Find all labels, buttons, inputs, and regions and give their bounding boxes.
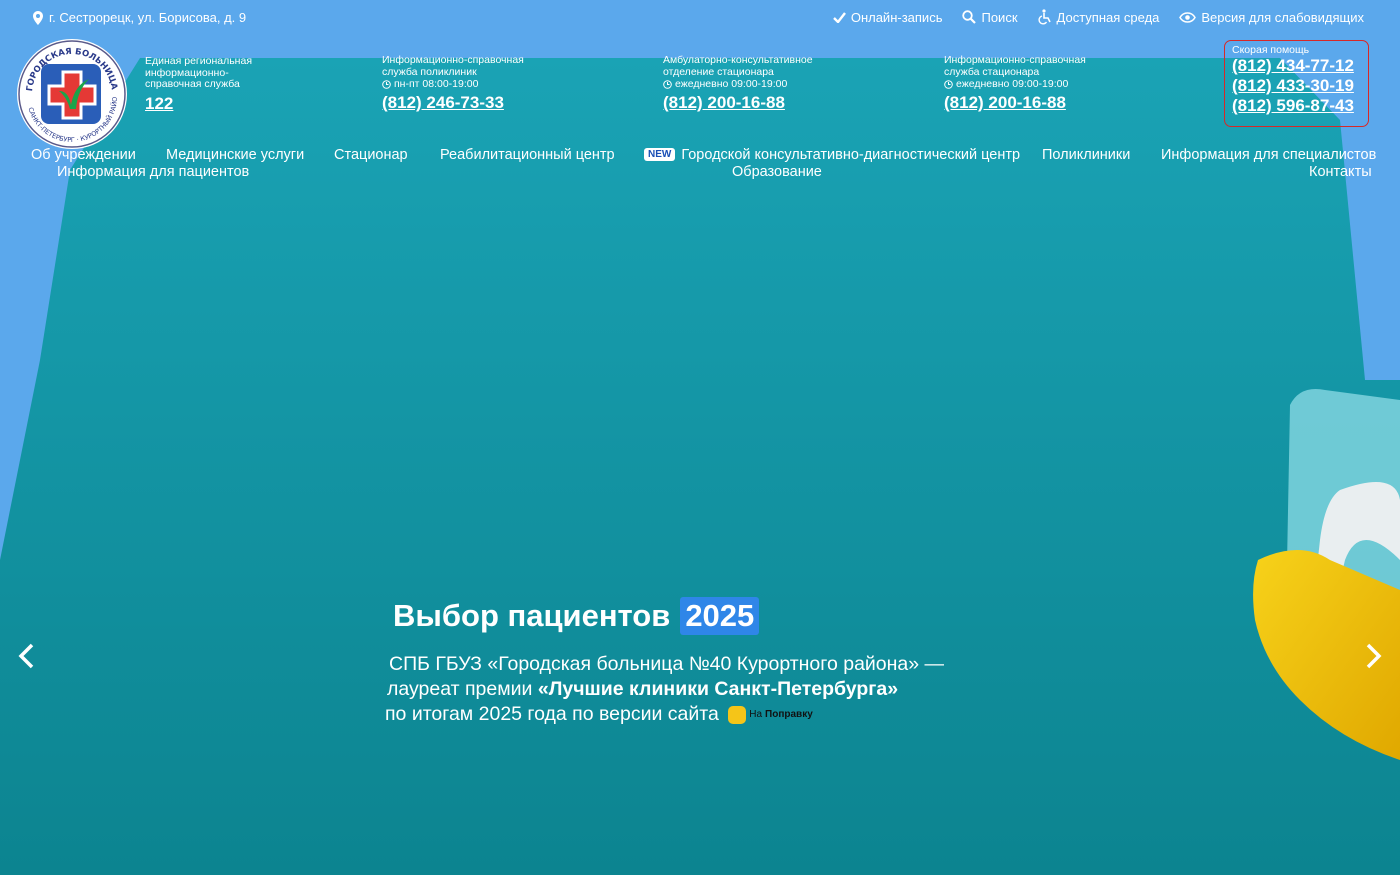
- slide-title-text: Выбор пациентов: [393, 598, 671, 633]
- slide-line-1: СПБ ГБУЗ «Городская больница №40 Курортн…: [389, 653, 945, 675]
- check-icon: [832, 11, 846, 23]
- contact-outpatient: Амбулаторно-консультативное отделение ст…: [663, 54, 813, 113]
- emergency-label: Скорая помощь: [1232, 44, 1310, 56]
- phone-link[interactable]: (812) 200-16-88: [944, 93, 1086, 113]
- slide-line-3: по итогам 2025 года по версии сайта На По…: [385, 702, 944, 727]
- nav-diagnostic[interactable]: NEW Городской консультативно-диагностичес…: [644, 147, 1020, 163]
- address-text: г. Сестрорецк, ул. Борисова, д. 9: [49, 10, 247, 25]
- search-link[interactable]: Поиск: [962, 9, 1018, 25]
- phone-link[interactable]: (812) 200-16-88: [663, 93, 813, 113]
- emergency-box: Скорая помощь (812) 434-77-12 (812) 433-…: [1224, 40, 1369, 127]
- napopravku-heart-icon: [728, 705, 747, 724]
- online-booking-link[interactable]: Онлайн-запись: [832, 9, 943, 25]
- accessibility-link[interactable]: Доступная среда: [1037, 9, 1160, 25]
- contact-regional: Единая региональная информационно- справ…: [145, 55, 253, 114]
- accessibility-label: Доступная среда: [1056, 9, 1160, 25]
- nav-about[interactable]: Об учреждении: [31, 147, 136, 163]
- nav-contacts[interactable]: Контакты: [1309, 164, 1372, 180]
- napopravku-logo[interactable]: На Поправку: [728, 702, 813, 727]
- clock-icon: [382, 79, 391, 89]
- contact-label: Единая региональная информационно- справ…: [145, 55, 253, 90]
- contact-label: Информационно-справочная служба стациона…: [944, 54, 1086, 78]
- low-vision-label: Версия для слабовидящих: [1201, 9, 1364, 25]
- hours-text: ежедневно 09:00-19:00: [675, 78, 788, 90]
- napopravku-brand-na: На: [749, 709, 763, 721]
- nav-services[interactable]: Медицинские услуги: [166, 147, 304, 163]
- eye-icon: [1179, 11, 1197, 23]
- nav-rehab[interactable]: Реабилитационный центр: [440, 147, 615, 163]
- nav-specialists[interactable]: Информация для специалистов: [1161, 147, 1376, 163]
- year-badge: 2025: [680, 597, 760, 635]
- phone-link[interactable]: 122: [145, 94, 252, 114]
- location-pin-icon: [33, 10, 43, 25]
- next-slide-button[interactable]: [1358, 641, 1388, 671]
- search-icon: [962, 10, 977, 24]
- address[interactable]: г. Сестрорецк, ул. Борисова, д. 9: [33, 10, 246, 25]
- nav-hospital[interactable]: Стационар: [334, 147, 408, 163]
- phone-link[interactable]: (812) 246-73-33: [382, 93, 524, 113]
- slide-line-3-text: по итогам 2025 года по версии сайта: [385, 703, 719, 725]
- emergency-phone-3[interactable]: (812) 596-87-43: [1232, 96, 1368, 116]
- contact-hospital: Информационно-справочная служба стациона…: [944, 54, 1086, 113]
- search-label: Поиск: [981, 9, 1018, 25]
- slide-text: СПБ ГБУЗ «Городская больница №40 Курортн…: [385, 652, 944, 727]
- prev-slide-button[interactable]: [12, 641, 42, 671]
- nav-diagnostic-label: Городской консультативно-диагностический…: [681, 147, 1021, 163]
- online-booking-label: Онлайн-запись: [850, 9, 943, 25]
- slide-line-2: лауреат премии «Лучшие клиники Санкт-Пет…: [385, 677, 944, 702]
- slide-background: [0, 0, 1400, 875]
- hospital-logo[interactable]: ГОРОДСКАЯ БОЛЬНИЦА №40 САНКТ-ПЕТЕРБУРГ ·…: [10, 30, 129, 151]
- contact-hours: ежедневно 09:00-19:00: [663, 78, 813, 90]
- nav-clinics[interactable]: Поликлиники: [1042, 147, 1130, 163]
- top-bar: г. Сестрорецк, ул. Борисова, д. 9 Онлайн…: [0, 0, 1400, 36]
- slide-line-2-prefix: лауреат премии: [387, 678, 538, 700]
- emergency-phone-1[interactable]: (812) 434-77-12: [1232, 56, 1368, 76]
- wheelchair-icon: [1037, 9, 1051, 25]
- top-links: Онлайн-запись Поиск Доступная среда Верс…: [832, 9, 1364, 25]
- chevron-left-icon: [18, 643, 34, 669]
- hours-text: ежедневно 09:00-19:00: [956, 78, 1069, 90]
- chevron-right-icon: [1366, 643, 1382, 669]
- contact-hours: ежедневно 09:00-19:00: [944, 78, 1086, 90]
- new-badge: NEW: [644, 148, 676, 161]
- nav-education[interactable]: Образование: [732, 164, 822, 180]
- slide-line-2-bold: «Лучшие клиники Санкт-Петербурга»: [537, 678, 899, 700]
- hours-text: пн-пт 08:00-19:00: [394, 78, 479, 90]
- contact-clinics: Информационно-справочная служба поликлин…: [382, 54, 524, 113]
- nav-patients[interactable]: Информация для пациентов: [57, 164, 249, 180]
- slide-title: Выбор пациентов 2025: [393, 597, 760, 635]
- contact-label: Амбулаторно-консультативное отделение ст…: [663, 54, 813, 78]
- clock-icon: [663, 79, 672, 89]
- low-vision-link[interactable]: Версия для слабовидящих: [1179, 9, 1364, 25]
- clock-icon: [944, 79, 953, 89]
- contact-hours: пн-пт 08:00-19:00: [382, 78, 524, 90]
- emergency-phone-2[interactable]: (812) 433-30-19: [1232, 76, 1368, 96]
- napopravku-brand-name: Поправку: [765, 709, 813, 721]
- contact-label: Информационно-справочная служба поликлин…: [382, 54, 524, 78]
